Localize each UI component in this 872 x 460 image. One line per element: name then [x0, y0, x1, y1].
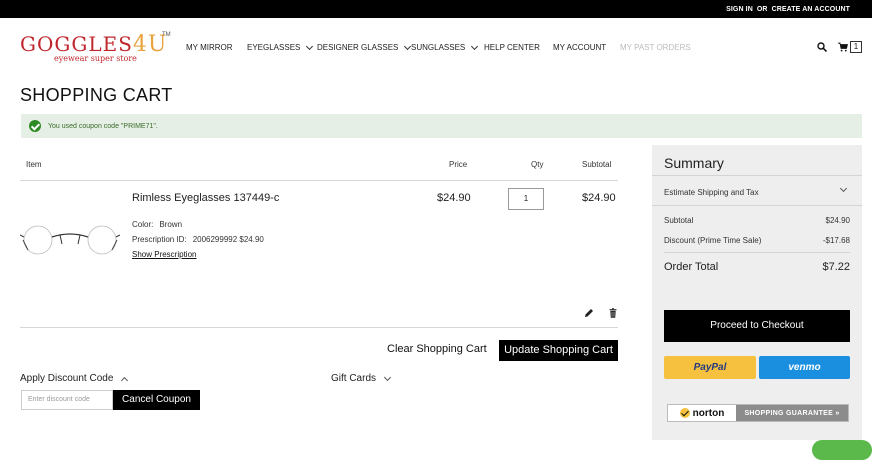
divider	[20, 327, 618, 328]
create-account-link[interactable]: CREATE AN ACCOUNT	[772, 6, 850, 13]
summary-discount-value: -$17.68	[822, 236, 850, 245]
show-prescription-link[interactable]: Show Prescription	[132, 250, 196, 259]
divider	[664, 252, 850, 253]
nav-help-center-label: HELP CENTER	[484, 43, 540, 52]
cancel-coupon-button[interactable]: Cancel Coupon	[113, 390, 200, 410]
norton-guarantee-badge[interactable]: norton SHOPPING GUARANTEE »	[667, 404, 849, 422]
item-price: $24.90	[437, 192, 471, 204]
order-total-value: $7.22	[822, 261, 850, 273]
nav-sunglasses[interactable]: SUNGLASSES	[411, 42, 479, 52]
order-summary: Summary Estimate Shipping and Tax Subtot…	[652, 145, 862, 440]
shopping-guarantee-label: SHOPPING GUARANTEE »	[736, 405, 848, 421]
cart-icon[interactable]	[838, 42, 848, 52]
proceed-to-checkout-button[interactable]: Proceed to Checkout	[664, 310, 850, 342]
summary-discount: Discount (Prime Time Sale) -$17.68	[664, 236, 850, 245]
summary-title: Summary	[664, 155, 724, 171]
nav-eyeglasses-label: EYEGLASSES	[247, 43, 301, 52]
header: GOGGLES4U TM eyewear super store MY MIRR…	[0, 18, 872, 76]
venmo-button[interactable]: venmo	[759, 356, 850, 379]
norton-check-icon	[679, 408, 690, 418]
cart-count-badge[interactable]: 1	[850, 41, 862, 53]
apply-discount-toggle[interactable]: Apply Discount Code	[20, 373, 129, 384]
column-item: Item	[26, 160, 42, 169]
nav-my-past-orders[interactable]: MY PAST ORDERS	[620, 43, 691, 52]
logo-brand: GOGGLES	[20, 32, 133, 56]
column-price: Price	[449, 160, 468, 169]
divider	[652, 205, 862, 206]
chevron-down-icon	[306, 42, 314, 50]
nav-my-account-label: MY ACCOUNT	[553, 43, 607, 52]
clear-cart-button[interactable]: Clear Shopping Cart	[387, 343, 487, 355]
chevron-up-icon	[121, 376, 129, 384]
nav-my-mirror-label: MY MIRROR	[186, 43, 233, 52]
page-title: SHOPPING CART	[20, 85, 173, 105]
item-subtotal: $24.90	[582, 192, 616, 204]
estimate-shipping-toggle[interactable]: Estimate Shipping and Tax	[664, 188, 759, 197]
nav-eyeglasses[interactable]: EYEGLASSES	[247, 42, 314, 52]
nav-sunglasses-label: SUNGLASSES	[411, 43, 466, 52]
product-image[interactable]	[20, 220, 120, 260]
nav-help-center[interactable]: HELP CENTER	[484, 43, 540, 52]
chevron-down-icon	[383, 373, 392, 381]
pencil-icon[interactable]	[584, 308, 594, 318]
color-label: Color:	[132, 220, 154, 229]
summary-subtotal-value: $24.90	[825, 216, 850, 225]
summary-order-total: Order Total $7.22	[664, 261, 850, 273]
search-icon[interactable]	[817, 42, 827, 52]
chat-widget-button[interactable]	[812, 440, 872, 460]
norton-label: norton	[692, 407, 725, 419]
nav-designer-glasses-label: DESIGNER GLASSES	[317, 43, 399, 52]
summary-subtotal-label: Subtotal	[664, 216, 694, 225]
color-value: Brown	[159, 220, 183, 229]
apply-discount-label: Apply Discount Code	[20, 373, 114, 384]
nav-my-mirror[interactable]: MY MIRROR	[186, 43, 233, 52]
top-bar: SIGN IN OR CREATE AN ACCOUNT	[0, 0, 872, 18]
coupon-notice-text: You used coupon code "PRIME71".	[48, 122, 158, 130]
gift-cards-toggle[interactable]: Gift Cards	[331, 373, 392, 384]
chevron-down-icon	[471, 42, 479, 50]
paypal-button[interactable]: PayPal	[664, 356, 756, 379]
order-total-label: Order Total	[664, 261, 719, 273]
check-circle-icon	[29, 120, 41, 132]
quantity-input[interactable]: 1	[508, 188, 544, 210]
divider	[20, 180, 618, 181]
sign-in-link[interactable]: SIGN IN	[726, 6, 753, 13]
column-subtotal: Subtotal	[582, 160, 612, 169]
or-text: OR	[756, 5, 768, 13]
summary-discount-label: Discount (Prime Time Sale)	[664, 236, 762, 245]
nav-my-account[interactable]: MY ACCOUNT	[553, 43, 606, 52]
discount-code-input[interactable]: Enter discount code	[21, 390, 113, 410]
prescription-value: 2006299992 $24.90	[192, 235, 264, 244]
trash-icon[interactable]	[608, 308, 618, 318]
product-prescription: Prescription ID: 2006299992 $24.90	[132, 235, 264, 244]
gift-cards-label: Gift Cards	[331, 373, 377, 384]
chevron-down-icon[interactable]	[839, 184, 848, 193]
coupon-notice: You used coupon code "PRIME71".	[21, 114, 862, 138]
update-cart-button[interactable]: Update Shopping Cart	[499, 340, 618, 361]
nav-designer-glasses[interactable]: DESIGNER GLASSES	[317, 42, 412, 52]
nav-my-past-orders-label: MY PAST ORDERS	[620, 43, 691, 52]
logo-tagline: eyewear super store	[54, 54, 137, 63]
logo-tm: TM	[162, 32, 171, 38]
product-name[interactable]: Rimless Eyeglasses 137449-c	[132, 192, 279, 204]
summary-subtotal: Subtotal $24.90	[664, 216, 850, 225]
prescription-label: Prescription ID:	[132, 235, 187, 244]
divider	[652, 175, 862, 176]
column-qty: Qty	[531, 160, 544, 169]
logo[interactable]: GOGGLES4U TM eyewear super store	[20, 32, 171, 72]
product-color: Color: Brown	[132, 220, 182, 229]
